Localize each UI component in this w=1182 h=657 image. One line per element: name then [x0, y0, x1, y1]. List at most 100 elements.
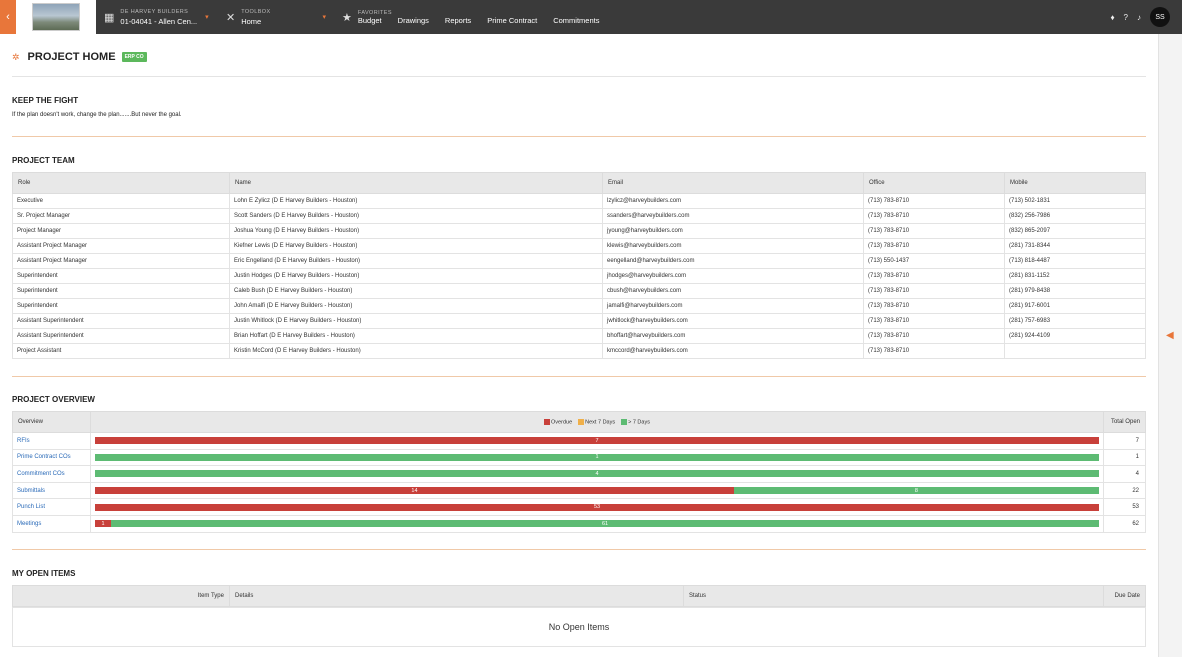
- cell-name: John Amalfi (D E Harvey Builders - Houst…: [229, 298, 603, 314]
- cell-office: (713) 783-8710: [863, 208, 1005, 224]
- total-open-value: 22: [1103, 481, 1146, 500]
- cell-office: (713) 783-8710: [863, 193, 1005, 209]
- overview-bar[interactable]: 1: [95, 453, 1099, 461]
- overview-link[interactable]: Commitment COs: [12, 465, 91, 483]
- cell-office: (713) 783-8710: [863, 223, 1005, 239]
- fav-prime-contract[interactable]: Prime Contract: [487, 16, 537, 25]
- cell-role: Superintendent: [12, 283, 230, 299]
- cell-email: lzylicz@harveybuilders.com: [602, 193, 864, 209]
- back-arrow-icon[interactable]: ‹: [0, 0, 16, 34]
- overview-bar[interactable]: 4: [95, 470, 1099, 478]
- table-row: Superintendent Caleb Bush (D E Harvey Bui…: [12, 283, 1146, 299]
- right-rail: ◀: [1158, 34, 1182, 657]
- avatar[interactable]: SS: [1150, 7, 1170, 27]
- star-icon[interactable]: ★: [342, 11, 352, 24]
- bar-segment-later[interactable]: 4: [95, 470, 1099, 478]
- overview-bar-cell: 7: [90, 432, 1104, 450]
- gear-icon[interactable]: ✲: [12, 52, 20, 63]
- mic-icon[interactable]: ♦: [1110, 13, 1114, 22]
- col-item-type: Item Type: [12, 585, 230, 607]
- legend-swatch: [621, 418, 628, 425]
- overview-bar[interactable]: 14 8: [95, 487, 1099, 495]
- toolbox-selector[interactable]: ✕ TOOLBOX Home ▾: [218, 0, 334, 34]
- fav-commitments[interactable]: Commitments: [553, 16, 599, 25]
- empty-state: No Open Items: [12, 607, 1146, 647]
- col-total-open: Total Open: [1103, 411, 1146, 433]
- collapse-left-icon[interactable]: ◀: [1166, 330, 1174, 341]
- project-image: [32, 3, 80, 31]
- page-content: ✲ PROJECT HOME ERP CO KEEP THE FIGHT If …: [0, 34, 1158, 657]
- cell-name: Lohn E Zylicz (D E Harvey Builders - Hou…: [229, 193, 603, 209]
- company-name: DE HARVEY BUILDERS: [120, 8, 189, 15]
- cell-mobile: (281) 757-6983: [1004, 313, 1146, 329]
- overview-bar-cell: 53: [90, 498, 1104, 516]
- cell-name: Kristin McCord (D E Harvey Builders - Ho…: [229, 343, 603, 359]
- bar-segment-overdue[interactable]: 14: [95, 487, 734, 495]
- col-email: Email: [602, 172, 864, 194]
- bar-segment-later[interactable]: 8: [733, 487, 1099, 495]
- cell-mobile: (281) 979-8438: [1004, 283, 1146, 299]
- overview-link[interactable]: Submittals: [12, 481, 91, 500]
- overview-row: Prime Contract COs 1 1: [12, 448, 1146, 467]
- help-icon[interactable]: ?: [1124, 13, 1128, 22]
- cell-mobile: (713) 502-1831: [1004, 193, 1146, 209]
- total-open-value: 7: [1103, 432, 1146, 450]
- notification-bell-icon[interactable]: ♪: [1137, 13, 1141, 22]
- legend-swatch: [544, 418, 551, 425]
- fav-budget[interactable]: Budget: [358, 16, 382, 25]
- cell-name: Justin Whitlock (D E Harvey Builders - H…: [229, 313, 603, 329]
- cell-role: Superintendent: [12, 268, 230, 284]
- bar-segment-overdue[interactable]: 53: [95, 503, 1099, 511]
- cell-role: Assistant Superintendent: [12, 328, 230, 344]
- cell-mobile: (281) 917-6001: [1004, 298, 1146, 314]
- cell-role: Assistant Project Manager: [12, 253, 230, 269]
- overview-link[interactable]: Meetings: [12, 514, 91, 533]
- overview-bar-cell: 1 61: [90, 514, 1104, 533]
- overview-bar[interactable]: 7: [95, 437, 1099, 445]
- table-row: Executive Lohn E Zylicz (D E Harvey Build…: [12, 193, 1146, 209]
- table-row: Superintendent John Amalfi (D E Harvey Bu…: [12, 298, 1146, 314]
- fav-reports[interactable]: Reports: [445, 16, 471, 25]
- overview-bar-cell: 1: [90, 448, 1104, 467]
- table-row: Assistant Superintendent Brian Hoffart (D…: [12, 328, 1146, 344]
- cell-mobile: (832) 865-2097: [1004, 223, 1146, 239]
- project-name: 01-04041 - Allen Cen...: [120, 16, 198, 26]
- cell-office: (713) 783-8710: [863, 328, 1005, 344]
- overview-row: Meetings 1 61 62: [12, 514, 1146, 533]
- motto-title: KEEP THE FIGHT: [12, 96, 79, 105]
- fav-drawings[interactable]: Drawings: [398, 16, 429, 25]
- table-row: Assistant Project Manager Kiefner Lewis (…: [12, 238, 1146, 254]
- toolbox-label: TOOLBOX: [241, 8, 271, 15]
- cell-mobile: (281) 831-1152: [1004, 268, 1146, 284]
- overview-bar[interactable]: 53: [95, 503, 1099, 511]
- motto-text: If the plan doesn't work, change the pla…: [12, 112, 182, 118]
- overview-bar-cell: 14 8: [90, 481, 1104, 500]
- project-thumbnail[interactable]: [16, 0, 96, 34]
- bar-segment-later[interactable]: 61: [111, 520, 1099, 528]
- project-selector[interactable]: ▦ DE HARVEY BUILDERS 01-04041 - Allen Ce…: [96, 0, 218, 34]
- table-row: Sr. Project Manager Scott Sanders (D E Ha…: [12, 208, 1146, 224]
- page-header: ✲ PROJECT HOME ERP CO: [12, 51, 147, 63]
- overview-link[interactable]: Prime Contract COs: [12, 448, 91, 467]
- col-name: Name: [229, 172, 603, 194]
- cell-office: (713) 783-8710: [863, 298, 1005, 314]
- overview-link[interactable]: RFIs: [12, 432, 91, 450]
- bar-segment-overdue[interactable]: 1: [95, 520, 112, 528]
- table-row: Assistant Superintendent Justin Whitlock …: [12, 313, 1146, 329]
- bar-segment-later[interactable]: 1: [95, 453, 1099, 461]
- bar-segment-overdue[interactable]: 7: [95, 437, 1099, 445]
- cell-name: Justin Hodges (D E Harvey Builders - Hou…: [229, 268, 603, 284]
- col-office: Office: [863, 172, 1005, 194]
- cell-email: jamalfi@harveybuilders.com: [602, 298, 864, 314]
- legend-label: > 7 Days: [628, 419, 650, 426]
- cell-name: Brian Hoffart (D E Harvey Builders - Hou…: [229, 328, 603, 344]
- overview-link[interactable]: Punch List: [12, 498, 91, 516]
- cell-office: (713) 550-1437: [863, 253, 1005, 269]
- divider: [12, 136, 1146, 137]
- building-icon: ▦: [104, 11, 115, 24]
- cell-office: (713) 783-8710: [863, 283, 1005, 299]
- overview-row: Punch List 53 53: [12, 498, 1146, 516]
- overview-bar[interactable]: 1 61: [95, 520, 1099, 528]
- cell-mobile: (832) 256-7986: [1004, 208, 1146, 224]
- legend-label: Overdue: [551, 419, 573, 426]
